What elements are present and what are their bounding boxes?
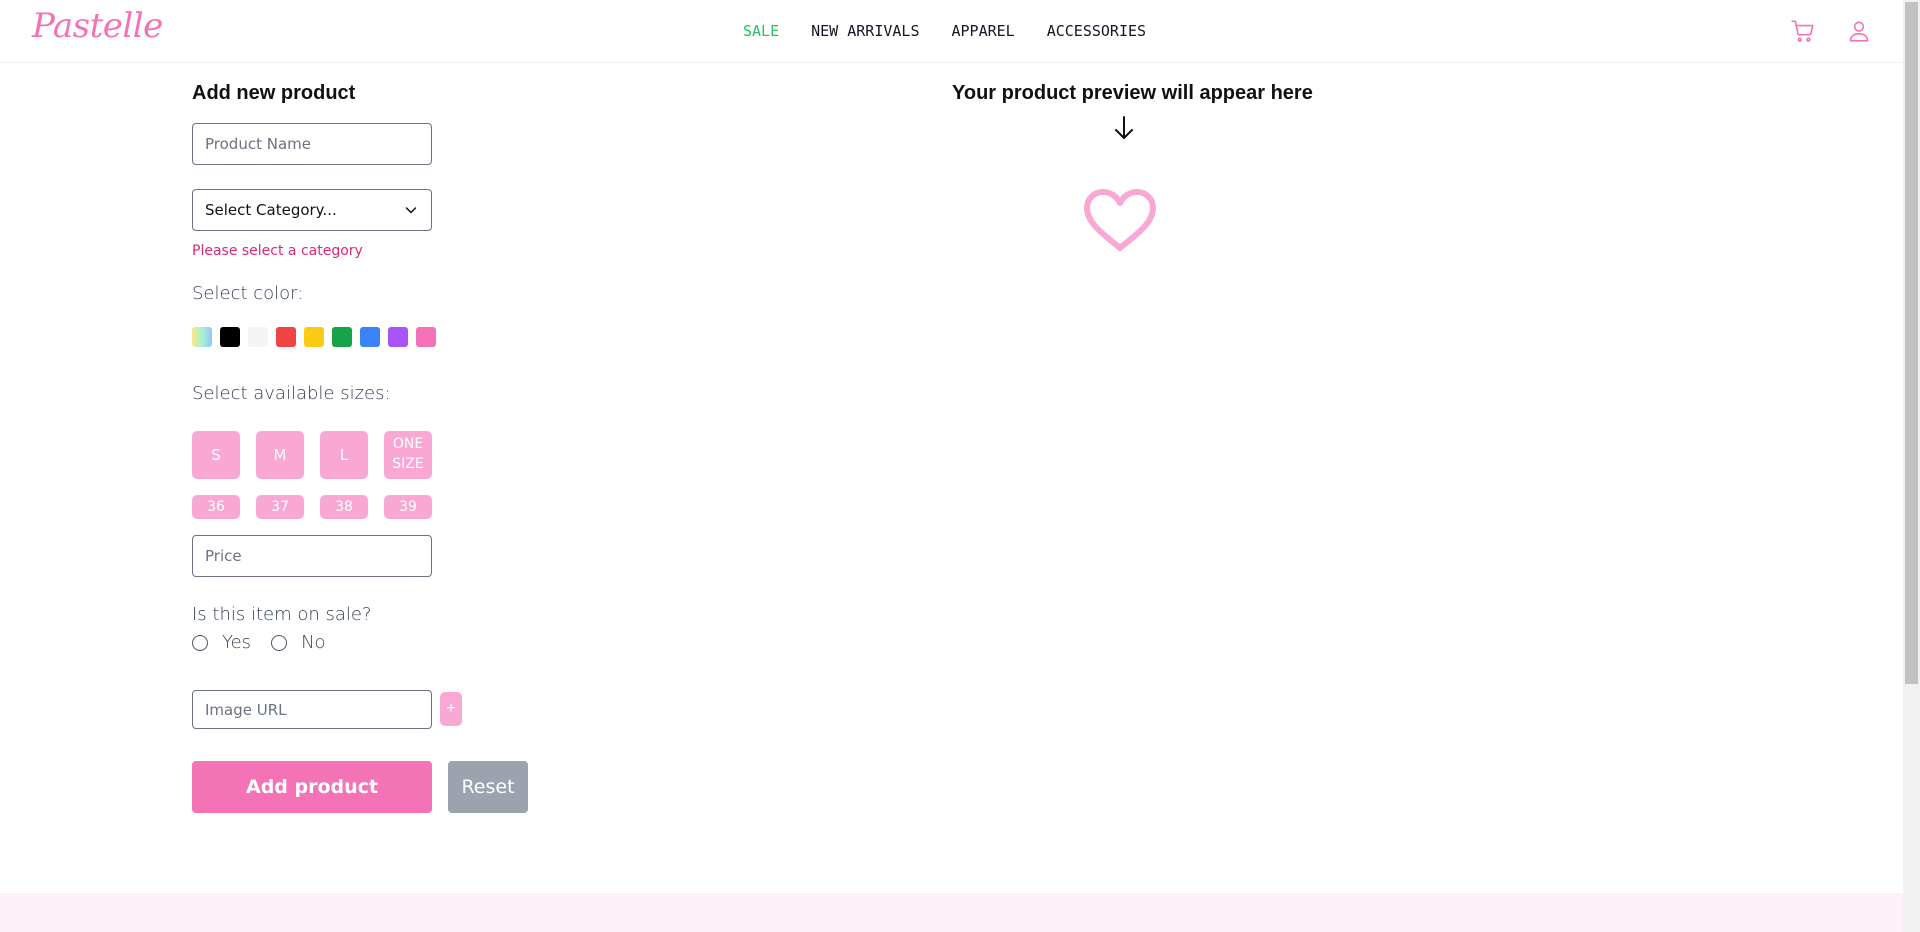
add-image-button[interactable]: + — [440, 692, 462, 726]
category-select-value: Select Category... — [205, 201, 337, 219]
size-button-s[interactable]: S — [192, 431, 240, 479]
main-nav: SALE NEW ARRIVALS APPAREL ACCESSORIES — [743, 22, 1178, 40]
color-swatches — [192, 327, 444, 347]
color-label: Select color: — [192, 283, 304, 304]
color-swatch-pink[interactable] — [416, 327, 436, 347]
color-swatch-black[interactable] — [220, 327, 240, 347]
sizes-label: Select available sizes: — [192, 383, 391, 404]
sale-yes-label: Yes — [222, 632, 252, 653]
one-size-line1: ONE — [392, 436, 424, 453]
color-swatch-green[interactable] — [332, 327, 352, 347]
price-input[interactable] — [192, 535, 432, 577]
category-select[interactable]: Select Category... — [192, 189, 432, 231]
heart-icon — [1084, 189, 1156, 251]
scrollbar-thumb[interactable] — [1905, 2, 1918, 684]
image-url-input[interactable] — [192, 690, 432, 729]
nav-accessories[interactable]: ACCESSORIES — [1047, 22, 1146, 40]
sale-no-label: No — [301, 632, 326, 653]
nav-sale[interactable]: SALE — [743, 22, 779, 40]
sale-radio-group: Yes No — [192, 632, 346, 653]
nav-apparel[interactable]: APPAREL — [952, 22, 1015, 40]
color-swatch-red[interactable] — [276, 327, 296, 347]
color-swatch-purple[interactable] — [388, 327, 408, 347]
vertical-scrollbar[interactable] — [1903, 0, 1920, 932]
user-icon[interactable] — [1846, 18, 1872, 44]
color-swatch-multicolor[interactable] — [192, 327, 212, 347]
shoe-size-36[interactable]: 36 — [192, 495, 240, 519]
size-button-one-size[interactable]: ONE SIZE — [384, 431, 432, 479]
size-button-m[interactable]: M — [256, 431, 304, 479]
product-name-input[interactable] — [192, 123, 432, 165]
footer-strip — [0, 893, 1903, 932]
sale-question: Is this item on sale? — [192, 604, 372, 625]
chevron-down-icon — [405, 207, 417, 214]
shoe-size-37[interactable]: 37 — [256, 495, 304, 519]
category-error: Please select a category — [192, 243, 363, 259]
arrow-down-icon — [1115, 116, 1133, 139]
shoe-size-39[interactable]: 39 — [384, 495, 432, 519]
form-title: Add new product — [192, 82, 356, 104]
reset-button[interactable]: Reset — [448, 761, 528, 813]
size-button-l[interactable]: L — [320, 431, 368, 479]
one-size-line2: SIZE — [392, 456, 424, 472]
add-product-button[interactable]: Add product — [192, 761, 432, 813]
logo[interactable]: Pastelle — [32, 6, 163, 46]
color-swatch-white[interactable] — [248, 327, 268, 347]
sale-yes-radio[interactable] — [192, 634, 208, 651]
nav-new-arrivals[interactable]: NEW ARRIVALS — [811, 22, 919, 40]
color-swatch-blue[interactable] — [360, 327, 380, 347]
preview-title: Your product preview will appear here — [952, 82, 1313, 104]
shoe-size-38[interactable]: 38 — [320, 495, 368, 519]
site-header: Pastelle SALE NEW ARRIVALS APPAREL ACCES… — [0, 0, 1903, 63]
color-swatch-yellow[interactable] — [304, 327, 324, 347]
cart-icon[interactable] — [1790, 18, 1816, 44]
sale-no-radio[interactable] — [271, 634, 288, 651]
